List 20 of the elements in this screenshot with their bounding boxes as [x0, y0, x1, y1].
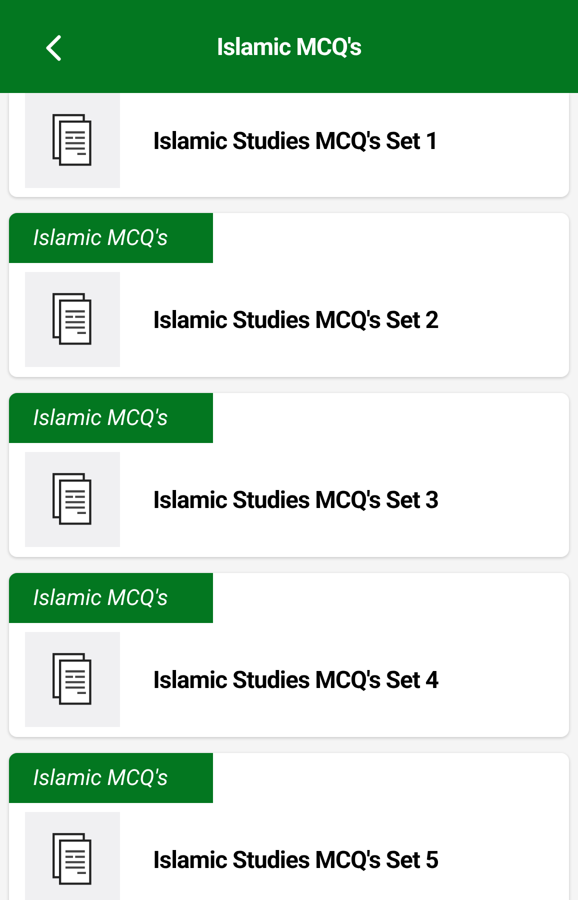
document-icon — [25, 632, 120, 727]
app-title: Islamic MCQ's — [216, 32, 362, 62]
document-icon — [25, 452, 120, 547]
list-card[interactable]: Islamic MCQ's Islamic Studies MCQ's Set 4 — [9, 573, 569, 737]
item-title: Islamic Studies MCQ's Set 5 — [153, 844, 438, 876]
category-tag: Islamic MCQ's — [9, 573, 213, 623]
list-card[interactable]: Islamic MCQ's Islamic Studies MCQ's Set 5 — [9, 753, 569, 900]
list-card[interactable]: Islamic MCQ's Islamic Studies MCQ's Set 2 — [9, 213, 569, 377]
document-icon — [25, 812, 120, 900]
item-title: Islamic Studies MCQ's Set 3 — [153, 484, 438, 516]
category-tag: Islamic MCQ's — [9, 393, 213, 443]
list-card[interactable]: Islamic Studies MCQ's Set 1 — [9, 93, 569, 197]
item-title: Islamic Studies MCQ's Set 1 — [153, 126, 438, 156]
list-card[interactable]: Islamic MCQ's Islamic Studies MCQ's Set 3 — [9, 393, 569, 557]
document-icon — [25, 93, 120, 188]
category-tag: Islamic MCQ's — [9, 213, 213, 263]
category-tag: Islamic MCQ's — [9, 753, 213, 803]
item-title: Islamic Studies MCQ's Set 2 — [153, 304, 438, 336]
document-icon — [25, 272, 120, 367]
item-title: Islamic Studies MCQ's Set 4 — [153, 664, 438, 696]
